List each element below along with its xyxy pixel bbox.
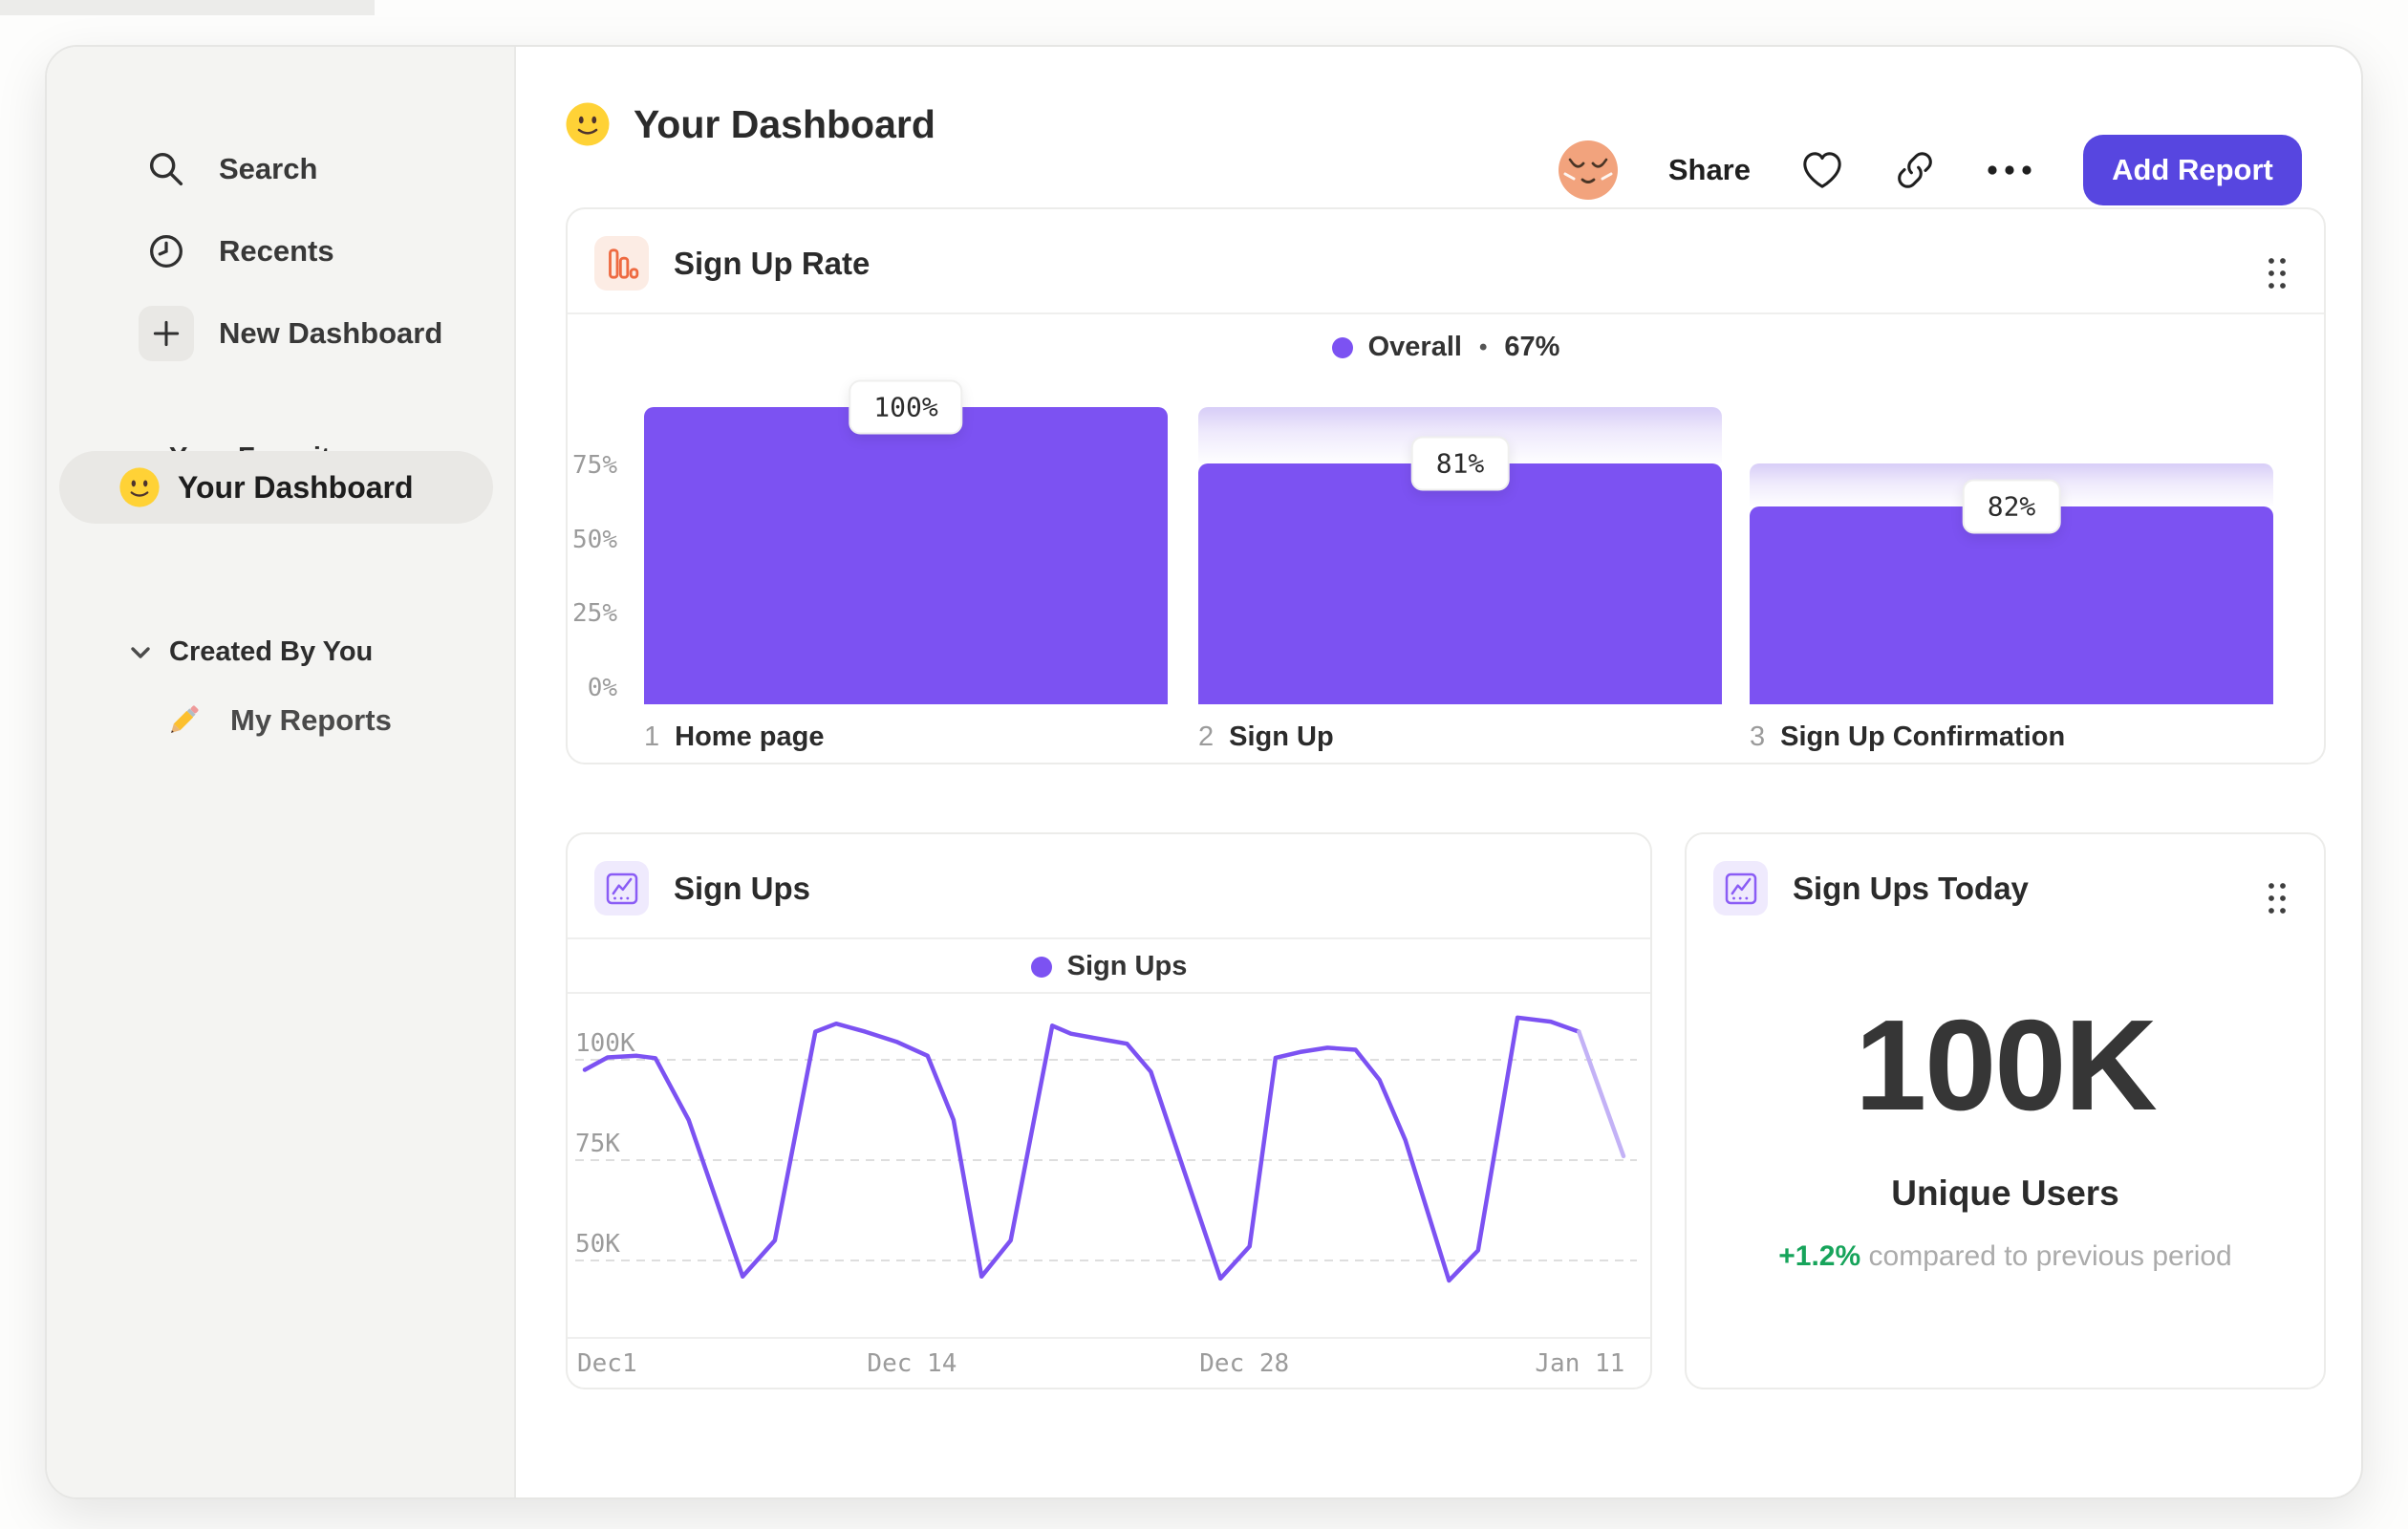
smiley-emoji-icon (119, 467, 160, 507)
delta-row: +1.2% compared to previous period (1687, 1240, 2324, 1273)
sidebar-item-recents[interactable]: Recents (139, 224, 334, 279)
step-index: 2 (1198, 721, 1215, 752)
big-number-label: Unique Users (1891, 1174, 2119, 1213)
step-label: Sign Up Confirmation (1780, 721, 2066, 752)
funnel-step-label: 3 Sign Up Confirmation (1750, 721, 2065, 753)
sidebar-item-label: Recents (219, 234, 334, 268)
card-sign-up-rate: Sign Up Rate Overall • 67% 75% 50% 25% 0% 10… (566, 207, 2326, 764)
sidebar-item-label: Search (219, 152, 318, 185)
funnel-y-tick: 50% (572, 525, 617, 554)
clock-icon (139, 224, 194, 279)
funnel-plot: 75% 50% 25% 0% 100% 1 Home page 81% 2 Sign Up 82% 3… (568, 209, 2324, 763)
add-report-button[interactable]: Add Report (2083, 135, 2302, 205)
ellipsis-icon[interactable] (1986, 163, 2033, 177)
sidebar-item-your-dashboard[interactable]: Your Dashboard (59, 451, 493, 524)
funnel-badge: 100% (849, 379, 963, 435)
card-sign-ups: Sign Ups Sign Ups 100K 75K 50K Dec1 Dec 14 De… (566, 832, 1652, 1389)
sidebar-item-label: My Reports (230, 703, 392, 737)
pencil-emoji-icon (171, 705, 199, 733)
line-x-tick: Dec1 (577, 1349, 637, 1378)
line-chart-icon (1713, 861, 1768, 915)
page-title-text: Your Dashboard (634, 101, 935, 146)
delta-description: compared to previous period (1868, 1240, 2232, 1272)
step-label: Sign Up (1229, 721, 1334, 752)
sidebar-section-created-by-you[interactable]: Created By You (129, 636, 373, 668)
share-button[interactable]: Share (1668, 153, 1751, 187)
funnel-y-tick: 75% (572, 450, 617, 480)
funnel-y-tick: 25% (572, 599, 617, 629)
line-plot[interactable]: 100K 75K 50K Dec1 Dec 14 Dec 28 Jan 11 (568, 834, 1650, 1388)
line-series[interactable] (582, 1015, 1581, 1283)
sidebar-section-label: Created By You (169, 636, 374, 667)
axis-divider (568, 1337, 1650, 1339)
line-x-tick: Jan 11 (1535, 1349, 1625, 1378)
background-window-artifact (0, 0, 375, 15)
card-title: Sign Ups Today (1793, 870, 2029, 906)
funnel-step-label: 1 Home page (644, 721, 824, 753)
funnel-badge: 82% (1962, 479, 2061, 534)
funnel-bar-sign-up[interactable] (1198, 463, 1722, 704)
line-series[interactable] (1577, 1029, 1626, 1159)
funnel-badge: 81% (1410, 436, 1510, 491)
sidebar-item-new-dashboard[interactable]: New Dashboard (139, 306, 442, 361)
heart-icon[interactable] (1800, 149, 1844, 191)
avatar[interactable] (1558, 140, 1619, 201)
link-icon[interactable] (1894, 149, 1936, 191)
chevron-down-icon (131, 646, 150, 658)
funnel-bar-home-page[interactable] (644, 407, 1168, 704)
line-x-tick: Dec 28 (1199, 1349, 1290, 1378)
step-label: Home page (675, 721, 825, 752)
sidebar-item-label: New Dashboard (219, 316, 443, 350)
smiley-emoji-icon (566, 102, 610, 146)
app-window: Search Recents New Dashboard Your Favori… (45, 45, 2363, 1499)
funnel-step-label: 2 Sign Up (1198, 721, 1334, 753)
sidebar-item-my-reports[interactable]: My Reports (161, 699, 392, 743)
line-x-tick: Dec 14 (867, 1349, 957, 1378)
card-sign-ups-today: Sign Ups Today 100K Unique Users +1.2% c… (1685, 832, 2326, 1389)
search-icon (139, 141, 194, 197)
sidebar-item-label: Your Dashboard (178, 469, 414, 505)
big-number-value: 100K (1855, 993, 2158, 1137)
sidebar-item-search[interactable]: Search (139, 141, 317, 197)
drag-handle-icon[interactable] (2265, 880, 2290, 916)
delta-percent: +1.2% (1778, 1240, 1861, 1272)
sign-ups-line-chart (575, 1015, 1637, 1283)
page-title: Your Dashboard (565, 101, 935, 147)
sidebar: Search Recents New Dashboard Your Favori… (47, 47, 516, 1497)
plus-icon (139, 306, 194, 361)
funnel-y-tick: 0% (587, 674, 617, 702)
funnel-bar-sign-up-confirmation[interactable] (1750, 506, 2273, 704)
step-index: 3 (1750, 721, 1766, 752)
step-index: 1 (644, 721, 660, 752)
